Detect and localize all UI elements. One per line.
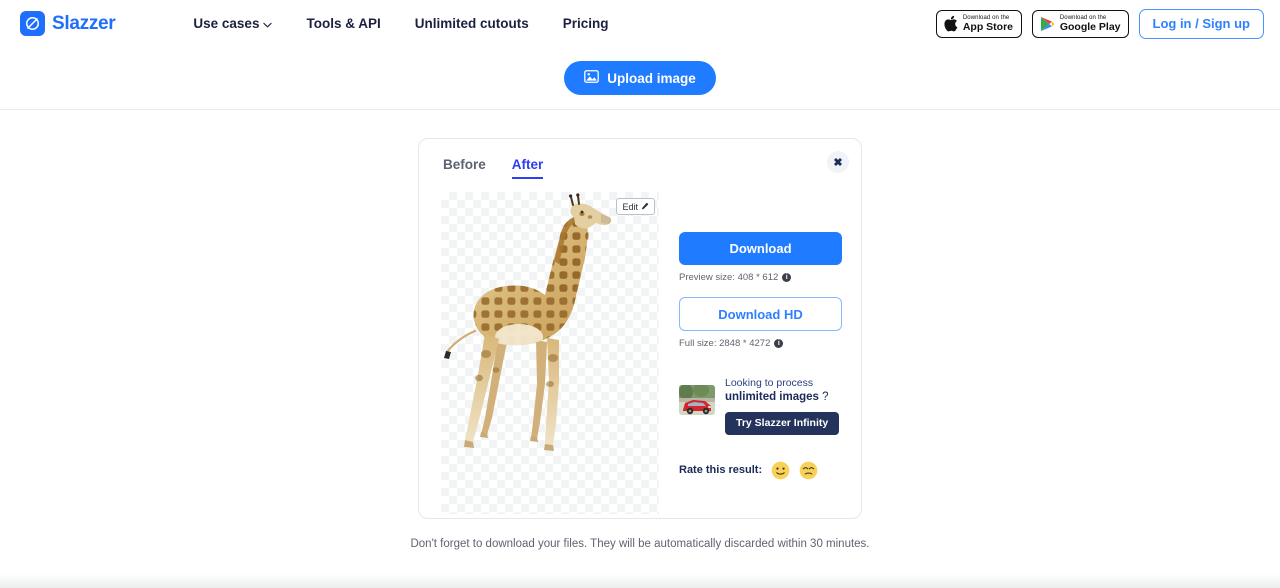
result-stage: ✖ Before After Edit Download Preview siz…: [0, 110, 1280, 550]
download-hd-button[interactable]: Download HD: [679, 297, 842, 331]
app-store-text: Download on the App Store: [963, 15, 1013, 33]
discard-notice: Don't forget to download your files. The…: [410, 538, 870, 550]
nav-label: Pricing: [562, 16, 609, 31]
slightly-smiling-face-icon[interactable]: [771, 461, 790, 480]
nav-item-unlimited-cutouts[interactable]: Unlimited cutouts: [415, 16, 529, 31]
nav-item-tools-api[interactable]: Tools & API: [306, 16, 380, 31]
card-body: Edit Download Preview size: 408 * 612 i …: [441, 192, 842, 514]
page-bottom-fade: [0, 574, 1280, 588]
tab-before[interactable]: Before: [443, 157, 486, 179]
upload-image-button[interactable]: Upload image: [564, 61, 716, 95]
preview-size-note: Preview size: 408 * 612 i: [679, 272, 842, 283]
before-after-tabs: Before After: [443, 157, 839, 179]
google-play-small: Download on the: [1059, 14, 1107, 21]
main-nav: Use cases Tools & API Unlimited cutouts …: [193, 16, 608, 31]
promo-car-thumbnail: [679, 385, 715, 415]
promo-line-2-suffix: ?: [822, 391, 829, 404]
nav-label: Tools & API: [306, 16, 381, 31]
preview-size-text: Preview size: 408 * 612: [679, 272, 779, 283]
site-header: Slazzer Use cases Tools & API Unlimited …: [0, 0, 1280, 47]
full-size-note: Full size: 2848 * 4272 i: [679, 338, 842, 349]
slazzer-logo-icon: [20, 11, 45, 36]
google-play-icon: [1040, 16, 1055, 32]
download-button[interactable]: Download: [679, 232, 842, 265]
logo[interactable]: Slazzer: [20, 11, 116, 36]
upload-image-label: Upload image: [607, 70, 696, 86]
promo-text: Looking to process unlimited images ? Tr…: [725, 377, 840, 435]
rate-label: Rate this result:: [679, 464, 763, 476]
nav-label: Use cases: [193, 16, 260, 31]
nav-item-use-cases[interactable]: Use cases: [193, 16, 273, 31]
result-card: ✖ Before After Edit Download Preview siz…: [418, 138, 862, 519]
header-actions: Download on the App Store Download on th…: [935, 8, 1264, 39]
app-store-small: Download on the: [962, 14, 1010, 21]
nav-label: Unlimited cutouts: [414, 16, 529, 31]
google-play-big: Google Play: [1059, 20, 1121, 33]
promo-line-1: Looking to process: [725, 377, 814, 389]
app-store-badge[interactable]: Download on the App Store: [935, 9, 1022, 38]
image-icon: [584, 70, 600, 86]
info-icon[interactable]: i: [774, 339, 784, 348]
nav-item-pricing[interactable]: Pricing: [563, 16, 609, 31]
download-actions: Download Preview size: 408 * 612 i Downl…: [659, 192, 842, 514]
logo-text: Slazzer: [52, 12, 116, 34]
upload-bar: Upload image: [0, 47, 1280, 110]
disappointed-face-icon[interactable]: [799, 461, 818, 480]
google-play-badge[interactable]: Download on the Google Play: [1031, 9, 1129, 38]
app-store-big: App Store: [962, 20, 1013, 33]
close-icon[interactable]: ✖: [827, 151, 849, 173]
promo-line-2: unlimited images ?: [725, 390, 839, 404]
info-icon[interactable]: i: [782, 273, 792, 282]
infinity-promo: Looking to process unlimited images ? Tr…: [679, 377, 842, 435]
tab-after[interactable]: After: [511, 157, 544, 179]
promo-line-2-strong: unlimited images: [725, 391, 819, 404]
google-play-text: Download on the Google Play: [1060, 15, 1121, 33]
full-size-text: Full size: 2848 * 4272: [679, 338, 771, 349]
chevron-down-icon: [263, 16, 273, 31]
apple-icon: [944, 15, 958, 32]
image-preview[interactable]: Edit: [441, 192, 659, 514]
try-slazzer-infinity-button[interactable]: Try Slazzer Infinity: [725, 411, 840, 435]
giraffe-cutout-image: [444, 193, 612, 451]
rate-result: Rate this result:: [679, 461, 842, 480]
login-signup-button[interactable]: Log in / Sign up: [1138, 8, 1264, 39]
